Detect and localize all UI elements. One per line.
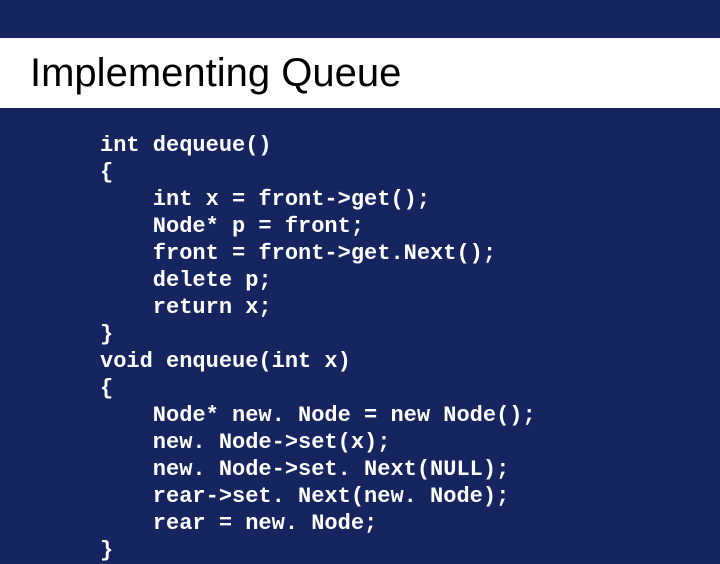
code-line: Node* p = front; [100, 214, 364, 239]
code-line: { [100, 160, 113, 185]
code-line: void enqueue(int x) [100, 349, 351, 374]
code-line: return x; [100, 295, 272, 320]
slide-title: Implementing Queue [30, 51, 401, 96]
code-line: Node* new. Node = new Node(); [100, 403, 536, 428]
code-line: } [100, 322, 113, 347]
code-line: int x = front->get(); [100, 187, 430, 212]
code-line: new. Node->set. Next(NULL); [100, 457, 509, 482]
slide: Implementing Queue int dequeue() { int x… [0, 0, 720, 540]
code-block: int dequeue() { int x = front->get(); No… [100, 132, 536, 564]
code-line: rear->set. Next(new. Node); [100, 484, 509, 509]
code-line: int dequeue() [100, 133, 272, 158]
code-line: } [100, 538, 113, 563]
code-line: { [100, 376, 113, 401]
title-band: Implementing Queue [0, 38, 720, 108]
code-line: rear = new. Node; [100, 511, 377, 536]
code-line: delete p; [100, 268, 272, 293]
code-line: new. Node->set(x); [100, 430, 390, 455]
code-line: front = front->get.Next(); [100, 241, 496, 266]
